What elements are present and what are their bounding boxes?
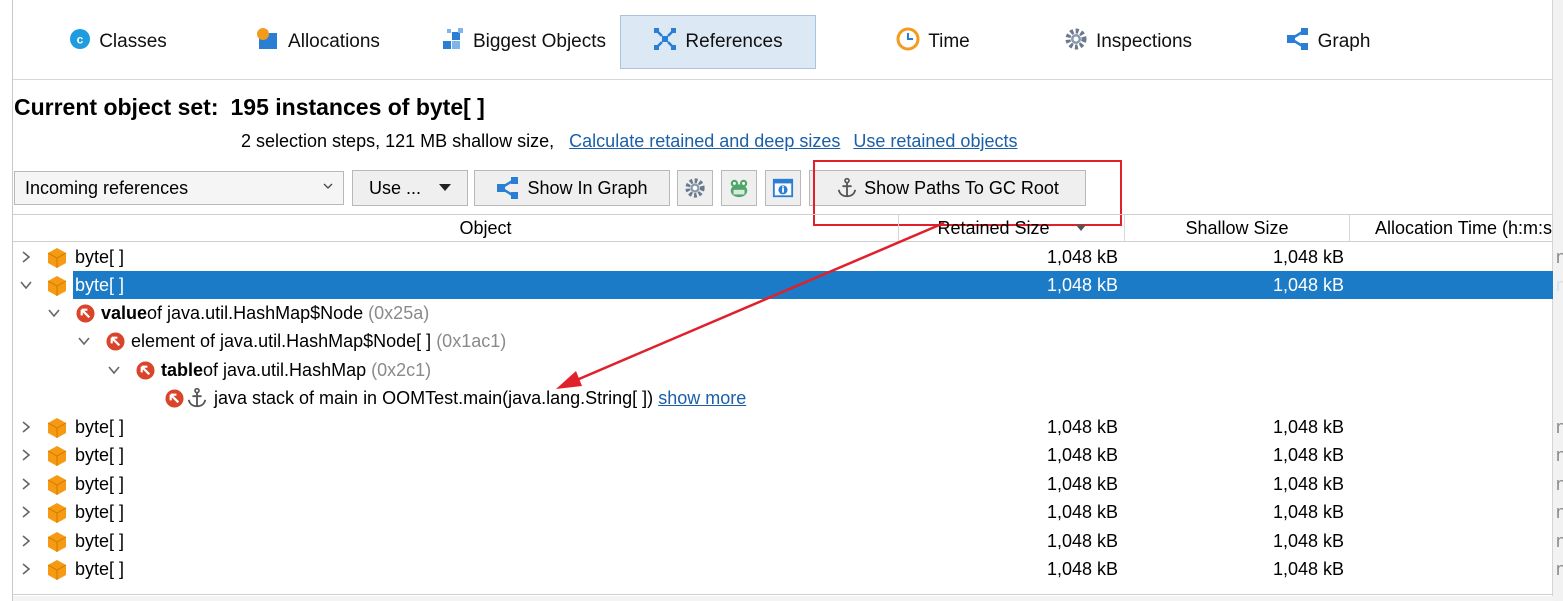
annotation-arrow xyxy=(556,221,945,389)
